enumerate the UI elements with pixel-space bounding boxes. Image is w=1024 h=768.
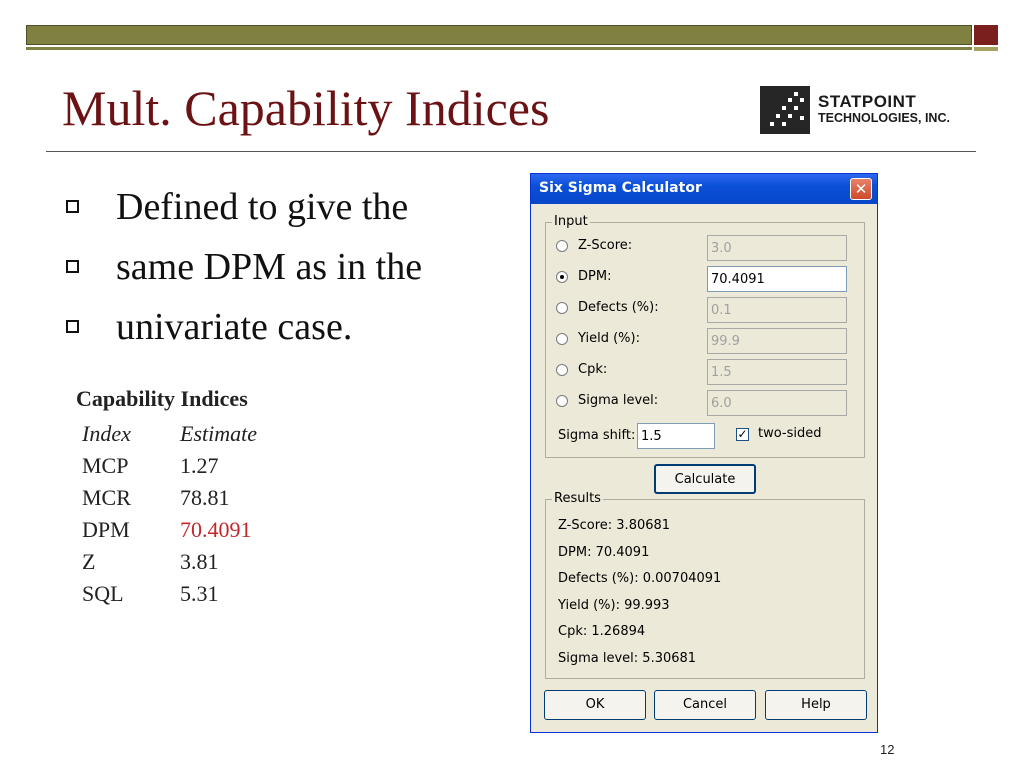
header-index: Index (82, 421, 131, 446)
bullet-text: Defined to give the (116, 186, 409, 228)
results-group-label: Results (552, 491, 603, 506)
zscore-label: Z-Score: (578, 238, 633, 253)
page-number: 12 (880, 742, 895, 757)
logo-mark-icon (760, 86, 810, 134)
dpm-radio[interactable] (556, 271, 568, 283)
index-cell: SQL (82, 581, 124, 606)
yield-label: Yield (%): (578, 331, 640, 346)
cpk-field[interactable] (707, 359, 847, 385)
result-yield: Yield (%): 99.993 (558, 598, 670, 613)
header-bar-maroon-block (974, 25, 998, 45)
estimate-cell: 3.81 (180, 549, 219, 574)
input-row-dpm: DPM: (554, 266, 858, 292)
zscore-radio[interactable] (556, 240, 568, 252)
header-bar-olive (26, 25, 972, 45)
header-estimate: Estimate (180, 421, 257, 446)
slide-title: Mult. Capability Indices (62, 80, 550, 136)
input-group-label: Input (552, 214, 590, 229)
sigma-level-field[interactable] (707, 390, 847, 416)
square-bullet-icon (66, 320, 79, 333)
logo-text-line1: STATPOINT (818, 92, 917, 111)
index-cell: MCR (82, 485, 131, 510)
dpm-field[interactable] (707, 266, 847, 292)
index-cell: MCP (82, 453, 129, 478)
header-bar-underline (26, 47, 972, 50)
defects-radio[interactable] (556, 302, 568, 314)
result-sigma-level: Sigma level: 5.30681 (558, 651, 697, 666)
table-row: DPM 70.4091 (82, 514, 257, 546)
two-sided-label: two-sided (758, 426, 822, 441)
table-row: SQL 5.31 (82, 578, 257, 610)
capability-indices-table: Index Estimate MCP 1.27 MCR 78.81 DPM 70.40… (82, 418, 257, 610)
result-dpm: DPM: 70.4091 (558, 545, 650, 560)
close-button[interactable]: ✕ (850, 178, 872, 200)
bullet-text: same DPM as in the (116, 246, 423, 288)
results-group: Results Z-Score: 3.80681 DPM: 70.4091 De… (545, 491, 865, 679)
statpoint-logo: STATPOINT TECHNOLOGIES, INC. (760, 86, 1000, 136)
result-zscore: Z-Score: 3.80681 (558, 518, 671, 533)
input-row-yield: Yield (%): (554, 328, 858, 354)
estimate-cell-highlight: 70.4091 (180, 517, 252, 542)
logo-text-line2: TECHNOLOGIES, INC. (818, 111, 950, 125)
sigma-shift-field[interactable] (637, 423, 715, 449)
sigma-level-label: Sigma level: (578, 393, 659, 408)
result-cpk: Cpk: 1.26894 (558, 624, 646, 639)
bullet-item: same DPM as in the (66, 242, 422, 302)
square-bullet-icon (66, 200, 79, 213)
estimate-cell: 1.27 (180, 453, 219, 478)
ok-button[interactable]: OK (544, 690, 646, 720)
bullet-item: Defined to give the (66, 182, 422, 242)
input-group: Input Z-Score: DPM: Defects (%): Yield (… (545, 214, 865, 458)
estimate-cell: 78.81 (180, 485, 230, 510)
sigma-level-radio[interactable] (556, 395, 568, 407)
index-cell: DPM (82, 517, 130, 542)
bullet-item: univariate case. (66, 302, 422, 362)
close-icon: ✕ (854, 180, 868, 198)
yield-radio[interactable] (556, 333, 568, 345)
header-bar-maroon-underline (974, 47, 998, 51)
table-row: MCP 1.27 (82, 450, 257, 482)
sigma-shift-label: Sigma shift: (558, 428, 636, 443)
result-defects: Defects (%): 0.00704091 (558, 571, 722, 586)
cancel-button[interactable]: Cancel (654, 690, 756, 720)
table-header-row: Index Estimate (82, 418, 257, 450)
defects-field[interactable] (707, 297, 847, 323)
title-divider (46, 151, 976, 152)
two-sided-checkbox[interactable]: ✓ (736, 428, 749, 441)
bullet-list: Defined to give the same DPM as in the u… (66, 182, 422, 362)
capability-indices-title: Capability Indices (76, 386, 248, 411)
header-decoration-bar (26, 25, 998, 53)
table-row: MCR 78.81 (82, 482, 257, 514)
dialog-title-bar[interactable]: Six Sigma Calculator ✕ (531, 174, 877, 204)
input-row-defects: Defects (%): (554, 297, 858, 323)
dialog-title: Six Sigma Calculator (539, 180, 702, 196)
bullet-text: univariate case. (116, 306, 353, 348)
dpm-label: DPM: (578, 269, 612, 284)
input-row-zscore: Z-Score: (554, 235, 858, 261)
help-button[interactable]: Help (765, 690, 867, 720)
zscore-field[interactable] (707, 235, 847, 261)
defects-label: Defects (%): (578, 300, 659, 315)
yield-field[interactable] (707, 328, 847, 354)
square-bullet-icon (66, 260, 79, 273)
checkmark-icon: ✓ (737, 427, 748, 441)
six-sigma-calculator-dialog: Six Sigma Calculator ✕ Input Z-Score: DP… (530, 173, 878, 733)
table-row: Z 3.81 (82, 546, 257, 578)
index-cell: Z (82, 549, 96, 574)
estimate-cell: 5.31 (180, 581, 219, 606)
input-row-sigma-level: Sigma level: (554, 390, 858, 416)
cpk-label: Cpk: (578, 362, 608, 377)
cpk-radio[interactable] (556, 364, 568, 376)
input-row-cpk: Cpk: (554, 359, 858, 385)
calculate-button[interactable]: Calculate (654, 464, 756, 494)
